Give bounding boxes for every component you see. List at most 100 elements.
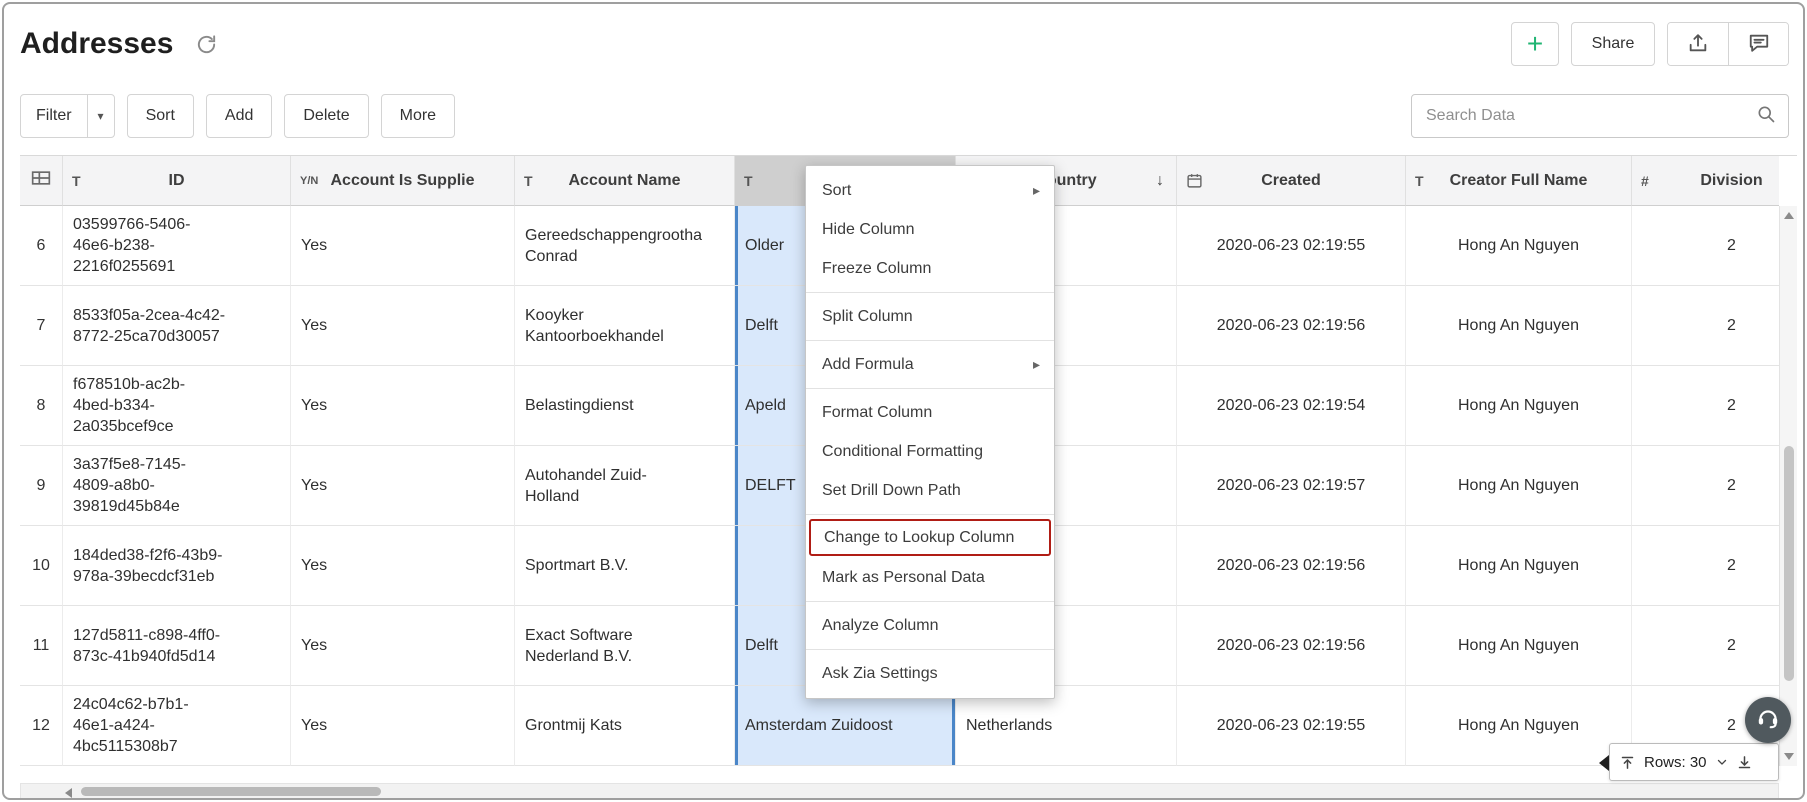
- zia-assistant-button[interactable]: [1745, 697, 1791, 743]
- cell-division[interactable]: 2: [1632, 446, 1779, 526]
- column-header-rownum[interactable]: [20, 156, 63, 206]
- menu-item-label: Ask Zia Settings: [822, 665, 938, 683]
- text-type-icon: T: [744, 173, 753, 189]
- search-icon[interactable]: [1756, 104, 1776, 129]
- cell-division[interactable]: 2: [1632, 206, 1779, 286]
- row-number[interactable]: 7: [20, 286, 63, 366]
- create-new-button[interactable]: +: [1511, 22, 1559, 66]
- cell-account-is-supplier[interactable]: Yes: [291, 446, 515, 526]
- cell-division[interactable]: 2: [1632, 366, 1779, 446]
- cell-id[interactable]: 3a37f5e8-7145- 4809-a8b0- 39819d45b84e: [63, 446, 291, 526]
- cell-created[interactable]: 2020-06-23 02:19:54: [1177, 366, 1406, 446]
- cell-account-name[interactable]: Exact Software Nederland B.V.: [515, 606, 735, 686]
- cell-account-is-supplier[interactable]: Yes: [291, 526, 515, 606]
- row-number[interactable]: 9: [20, 446, 63, 526]
- menu-item-label: Mark as Personal Data: [822, 569, 985, 587]
- menu-divider: [806, 340, 1054, 341]
- cell-id[interactable]: f678510b-ac2b- 4bed-b334- 2a035bcef9ce: [63, 366, 291, 446]
- row-number[interactable]: 11: [20, 606, 63, 686]
- cell-creator-full-name[interactable]: Hong An Nguyen: [1406, 366, 1632, 446]
- sort-button[interactable]: Sort: [127, 94, 194, 138]
- cell-created[interactable]: 2020-06-23 02:19:55: [1177, 206, 1406, 286]
- filter-button[interactable]: Filter ▾: [20, 94, 115, 138]
- cell-created[interactable]: 2020-06-23 02:19:55: [1177, 686, 1406, 766]
- cell-account-is-supplier[interactable]: Yes: [291, 606, 515, 686]
- cell-creator-full-name[interactable]: Hong An Nguyen: [1406, 206, 1632, 286]
- cell-account-name[interactable]: Belastingdienst: [515, 366, 735, 446]
- horizontal-scrollbar[interactable]: [20, 783, 1779, 800]
- column-header-id[interactable]: T ID: [63, 156, 291, 206]
- menu-item-hide-column[interactable]: Hide Column: [806, 210, 1054, 249]
- cell-account-name[interactable]: Grontmij Kats: [515, 686, 735, 766]
- cell-account-name[interactable]: Autohandel Zuid- Holland: [515, 446, 735, 526]
- top-action-buttons: + Share: [1511, 22, 1789, 66]
- column-header-division[interactable]: # Division: [1632, 156, 1779, 206]
- share-button[interactable]: Share: [1571, 22, 1655, 66]
- cell-creator-full-name[interactable]: Hong An Nguyen: [1406, 606, 1632, 686]
- cell-creator-full-name[interactable]: Hong An Nguyen: [1406, 286, 1632, 366]
- rows-count-label[interactable]: Rows: 30: [1644, 754, 1707, 771]
- cell-id[interactable]: 127d5811-c898-4ff0- 873c-41b940fd5d14: [63, 606, 291, 686]
- menu-item-mark-as-personal-data[interactable]: Mark as Personal Data: [806, 558, 1054, 597]
- menu-item-freeze-column[interactable]: Freeze Column: [806, 249, 1054, 288]
- cell-id[interactable]: 24c04c62-b7b1- 46e1-a424- 4bc5115308b7: [63, 686, 291, 766]
- comments-button[interactable]: [1728, 23, 1788, 65]
- cell-id[interactable]: 8533f05a-2cea-4c42- 8772-25ca70d30057: [63, 286, 291, 366]
- search-input[interactable]: [1412, 107, 1756, 125]
- scroll-to-top-icon[interactable]: [1620, 755, 1635, 770]
- filter-button-label: Filter: [21, 95, 87, 137]
- refresh-icon[interactable]: [195, 33, 218, 56]
- row-number[interactable]: 8: [20, 366, 63, 446]
- cell-id[interactable]: 03599766-5406- 46e6-b238- 2216f0255691: [63, 206, 291, 286]
- cell-division[interactable]: 2: [1632, 526, 1779, 606]
- column-header-creator-full-name[interactable]: T Creator Full Name: [1406, 156, 1632, 206]
- row-number[interactable]: 6: [20, 206, 63, 286]
- menu-item-sort[interactable]: Sort ▸: [806, 171, 1054, 210]
- menu-item-ask-zia-settings[interactable]: Ask Zia Settings: [806, 654, 1054, 693]
- menu-item-add-formula[interactable]: Add Formula ▸: [806, 345, 1054, 384]
- cell-division[interactable]: 2: [1632, 286, 1779, 366]
- scroll-down-icon[interactable]: [1784, 753, 1794, 760]
- row-number[interactable]: 12: [20, 686, 63, 766]
- collapse-panel-icon[interactable]: [1599, 755, 1609, 771]
- column-header-created[interactable]: Created: [1177, 156, 1406, 206]
- scroll-to-bottom-icon[interactable]: [1737, 755, 1752, 770]
- cell-account-name[interactable]: Kooyker Kantoorboekhandel: [515, 286, 735, 366]
- sort-descending-icon[interactable]: ↓: [1156, 172, 1164, 190]
- row-number[interactable]: 10: [20, 526, 63, 606]
- cell-account-name[interactable]: Sportmart B.V.: [515, 526, 735, 606]
- cell-creator-full-name[interactable]: Hong An Nguyen: [1406, 446, 1632, 526]
- add-button[interactable]: Add: [206, 94, 272, 138]
- column-header-account-name[interactable]: T Account Name: [515, 156, 735, 206]
- cell-creator-full-name[interactable]: Hong An Nguyen: [1406, 686, 1632, 766]
- cell-id[interactable]: 184ded38-f2f6-43b9- 978a-39becdcf31eb: [63, 526, 291, 606]
- cell-created[interactable]: 2020-06-23 02:19:56: [1177, 286, 1406, 366]
- cell-account-is-supplier[interactable]: Yes: [291, 686, 515, 766]
- rows-caret-icon[interactable]: [1716, 756, 1728, 768]
- scroll-up-icon[interactable]: [1784, 212, 1794, 219]
- vertical-scrollbar[interactable]: [1779, 206, 1797, 766]
- cell-created[interactable]: 2020-06-23 02:19:57: [1177, 446, 1406, 526]
- menu-item-conditional-formatting[interactable]: Conditional Formatting: [806, 432, 1054, 471]
- cell-account-is-supplier[interactable]: Yes: [291, 366, 515, 446]
- menu-item-format-column[interactable]: Format Column: [806, 393, 1054, 432]
- cell-account-name[interactable]: Gereedschappengrootha Conrad: [515, 206, 735, 286]
- column-header-account-is-supplier[interactable]: Y/N Account Is Supplie: [291, 156, 515, 206]
- scroll-left-icon[interactable]: [65, 788, 72, 798]
- menu-item-set-drill-down-path[interactable]: Set Drill Down Path: [806, 471, 1054, 510]
- export-button[interactable]: [1668, 23, 1728, 65]
- cell-created[interactable]: 2020-06-23 02:19:56: [1177, 526, 1406, 606]
- menu-item-change-to-lookup-column[interactable]: Change to Lookup Column: [809, 519, 1051, 556]
- horizontal-scrollbar-thumb[interactable]: [81, 787, 381, 796]
- delete-button[interactable]: Delete: [284, 94, 368, 138]
- menu-item-analyze-column[interactable]: Analyze Column: [806, 606, 1054, 645]
- filter-caret-icon[interactable]: ▾: [87, 95, 114, 137]
- menu-item-split-column[interactable]: Split Column: [806, 297, 1054, 336]
- cell-account-is-supplier[interactable]: Yes: [291, 206, 515, 286]
- more-button[interactable]: More: [381, 94, 455, 138]
- cell-created[interactable]: 2020-06-23 02:19:56: [1177, 606, 1406, 686]
- cell-creator-full-name[interactable]: Hong An Nguyen: [1406, 526, 1632, 606]
- cell-account-is-supplier[interactable]: Yes: [291, 286, 515, 366]
- cell-division[interactable]: 2: [1632, 606, 1779, 686]
- vertical-scrollbar-thumb[interactable]: [1784, 446, 1794, 681]
